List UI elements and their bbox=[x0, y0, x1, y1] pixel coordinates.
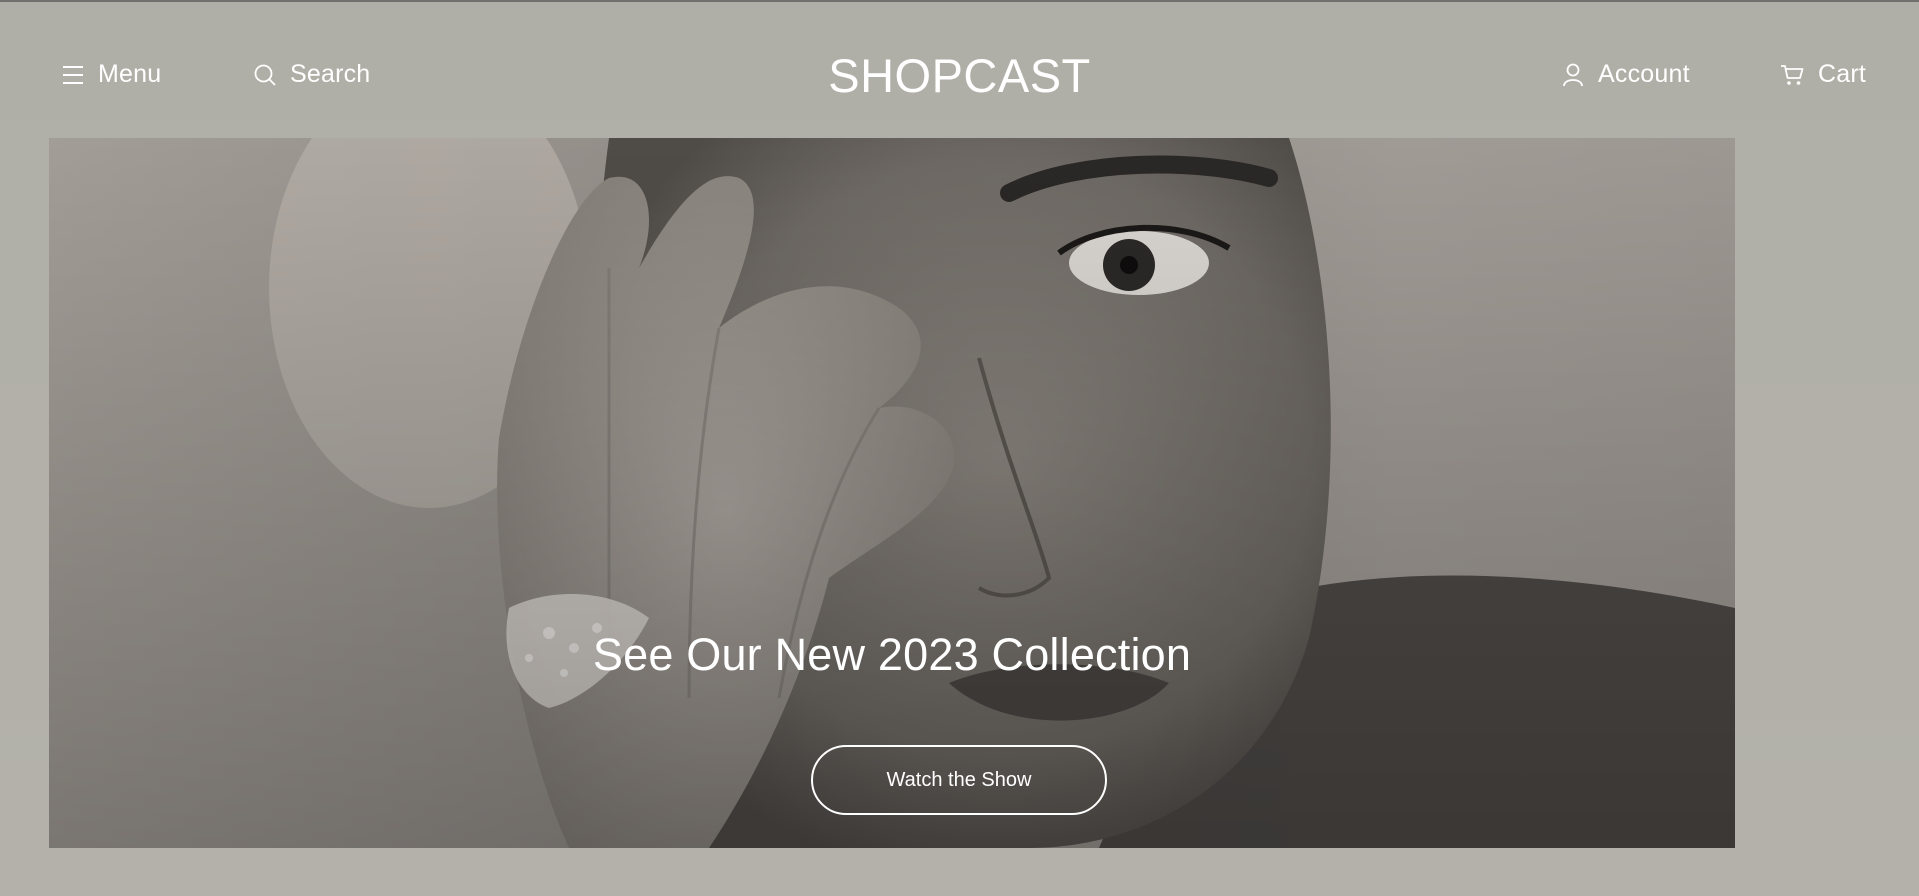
site-header: Menu Search SHOPCAST Account Cart bbox=[0, 2, 1919, 138]
account-button[interactable]: Account bbox=[1562, 60, 1690, 89]
watch-the-show-button[interactable]: Watch the Show bbox=[811, 745, 1107, 815]
cart-button[interactable]: Cart bbox=[1780, 60, 1866, 89]
cart-label: Cart bbox=[1818, 60, 1867, 88]
account-label: Account bbox=[1598, 60, 1690, 88]
hero-title: See Our New 2023 Collection bbox=[592, 629, 1192, 680]
hero-banner: See Our New 2023 Collection Watch the Sh… bbox=[49, 138, 1735, 848]
hero-image bbox=[49, 138, 1735, 848]
cart-icon bbox=[1780, 64, 1804, 86]
user-icon bbox=[1562, 63, 1584, 87]
page: Menu Search SHOPCAST Account Cart See Ou… bbox=[0, 0, 1919, 896]
